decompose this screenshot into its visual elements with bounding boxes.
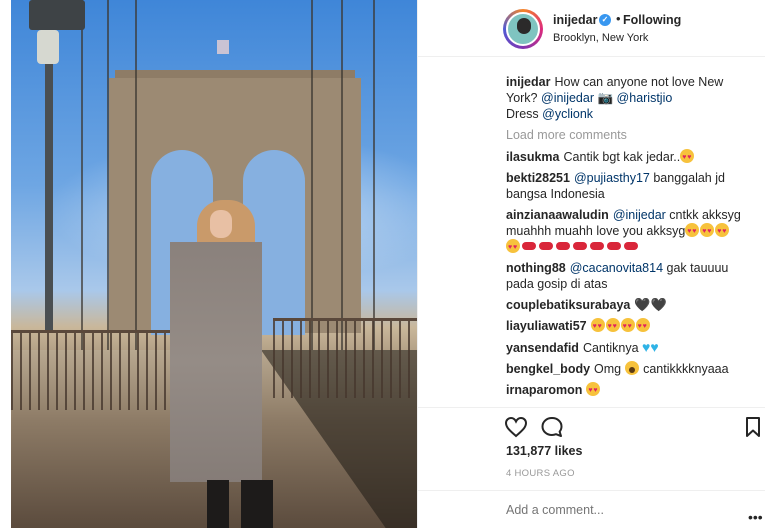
heart-eyes-emoji-icon: [620, 318, 635, 335]
railing-left: [11, 330, 181, 410]
comment-list: inijedar How can anyone not love New York…: [506, 74, 758, 403]
comment-username[interactable]: inijedar: [506, 75, 550, 89]
lips-emoji-icon: [623, 239, 639, 253]
comment: ainzianaawaludin @inijedar cntkk akksyg m…: [506, 207, 758, 256]
heart-outline-icon[interactable]: [504, 416, 528, 438]
mention-link[interactable]: @cacanovita814: [570, 261, 663, 275]
comment: bekti28251 @pujiasthy17 banggalah jd bang…: [506, 170, 758, 202]
comment-username[interactable]: bekti28251: [506, 171, 570, 185]
comment-username[interactable]: ainzianaawaludin: [506, 208, 609, 222]
lips-emoji-icon: [538, 239, 554, 253]
bridge-cable: [81, 0, 83, 360]
heart-eyes-emoji-icon: [685, 223, 700, 240]
comment-username[interactable]: irnaparomon: [506, 383, 582, 397]
censor-block: [170, 242, 262, 482]
add-comment-input[interactable]: [506, 503, 746, 517]
bridge-cable: [135, 0, 137, 360]
lips-emoji-icon: [572, 239, 588, 253]
post-timestamp[interactable]: 4 HOURS AGO: [506, 468, 575, 479]
following-button[interactable]: Following: [623, 13, 681, 27]
black-heart-emoji-icon: 🖤🖤: [634, 297, 667, 312]
lips-emoji-icon: [521, 239, 537, 253]
comment-bubble-icon[interactable]: [540, 416, 564, 438]
blue-heart-emoji-icon: ♥: [650, 339, 659, 355]
add-comment-bar: [418, 490, 765, 528]
more-options-icon[interactable]: •••: [748, 509, 763, 525]
lips-emoji-icon: [606, 239, 622, 253]
bridge-cable: [311, 0, 313, 360]
verified-badge-icon: ✓: [599, 14, 611, 26]
avatar[interactable]: [503, 9, 543, 49]
load-more-comments-button[interactable]: Load more comments: [506, 127, 758, 143]
mention-link[interactable]: @pujiasthy17: [574, 171, 650, 185]
lamp-post: [45, 40, 53, 330]
scream-emoji-icon: [624, 361, 639, 375]
comment-username[interactable]: couplebatiksurabaya: [506, 298, 630, 312]
mention-link[interactable]: @inijedar: [613, 208, 666, 222]
heart-eyes-emoji-icon: [700, 223, 715, 240]
likes-count[interactable]: 131,877 likes: [506, 444, 582, 458]
comment: irnaparomon: [506, 382, 758, 399]
comment-username[interactable]: liayuliawati57: [506, 319, 587, 333]
mention-link[interactable]: @yclionk: [542, 107, 593, 121]
lamp-globe: [37, 30, 59, 64]
post-side-panel: inijedar ✓ • Following Brooklyn, New Yor…: [417, 0, 765, 528]
heart-eyes-emoji-icon: [586, 382, 601, 399]
comment-text: Cantiknya: [582, 341, 639, 355]
person-boots: [207, 480, 273, 528]
mention-link[interactable]: @haristjio: [617, 91, 673, 105]
bridge-cable: [373, 0, 375, 360]
camera-emoji: 📷: [597, 91, 614, 105]
heart-eyes-emoji-icon: [590, 318, 605, 335]
comment-text: Cantik bgt kak jedar..: [563, 150, 681, 164]
heart-eyes-emoji-icon: [715, 223, 730, 240]
flag: [217, 40, 229, 54]
mention-link[interactable]: @inijedar: [541, 91, 594, 105]
bookmark-icon[interactable]: [744, 416, 762, 438]
header-username[interactable]: inijedar: [553, 13, 597, 27]
comment: liayuliawati57: [506, 318, 758, 335]
heart-eyes-emoji-icon: [635, 318, 650, 335]
lips-emoji-icon: [589, 239, 605, 253]
caption-text: Dress: [506, 107, 539, 121]
comment: yansendafid Cantiknya ♥♥: [506, 339, 758, 356]
comment: couplebatiksurabaya 🖤🖤: [506, 297, 758, 313]
lamp-head: [29, 0, 85, 30]
comment-text: Omg: [594, 362, 622, 376]
lips-emoji-icon: [555, 239, 571, 253]
comment: bengkel_body Omg cantikkkknyaaa: [506, 361, 758, 377]
avatar-image: [506, 12, 540, 46]
post-photo[interactable]: [11, 0, 417, 528]
comment-username[interactable]: ilasukma: [506, 150, 560, 164]
heart-eyes-emoji-icon: [506, 239, 520, 256]
comment-username[interactable]: bengkel_body: [506, 362, 590, 376]
heart-eyes-emoji-icon: [605, 318, 620, 335]
caption: inijedar How can anyone not love New York…: [506, 74, 758, 122]
railing-right: [273, 318, 417, 398]
heart-eyes-emoji-icon: [680, 149, 695, 166]
comment: nothing88 @cacanovita814 gak tauuuu pada …: [506, 260, 758, 292]
action-bar: [418, 407, 765, 443]
post-header: inijedar ✓ • Following Brooklyn, New Yor…: [418, 0, 765, 57]
bridge-cable: [107, 0, 109, 360]
comment-text: cantikkkknyaaa: [643, 362, 729, 376]
location-link[interactable]: Brooklyn, New York: [553, 32, 648, 44]
comment-username[interactable]: yansendafid: [506, 341, 579, 355]
bridge-cable: [341, 0, 343, 360]
comment: ilasukma Cantik bgt kak jedar..: [506, 149, 758, 166]
comment-username[interactable]: nothing88: [506, 261, 566, 275]
separator-dot: •: [616, 11, 621, 26]
person-face: [210, 210, 232, 238]
